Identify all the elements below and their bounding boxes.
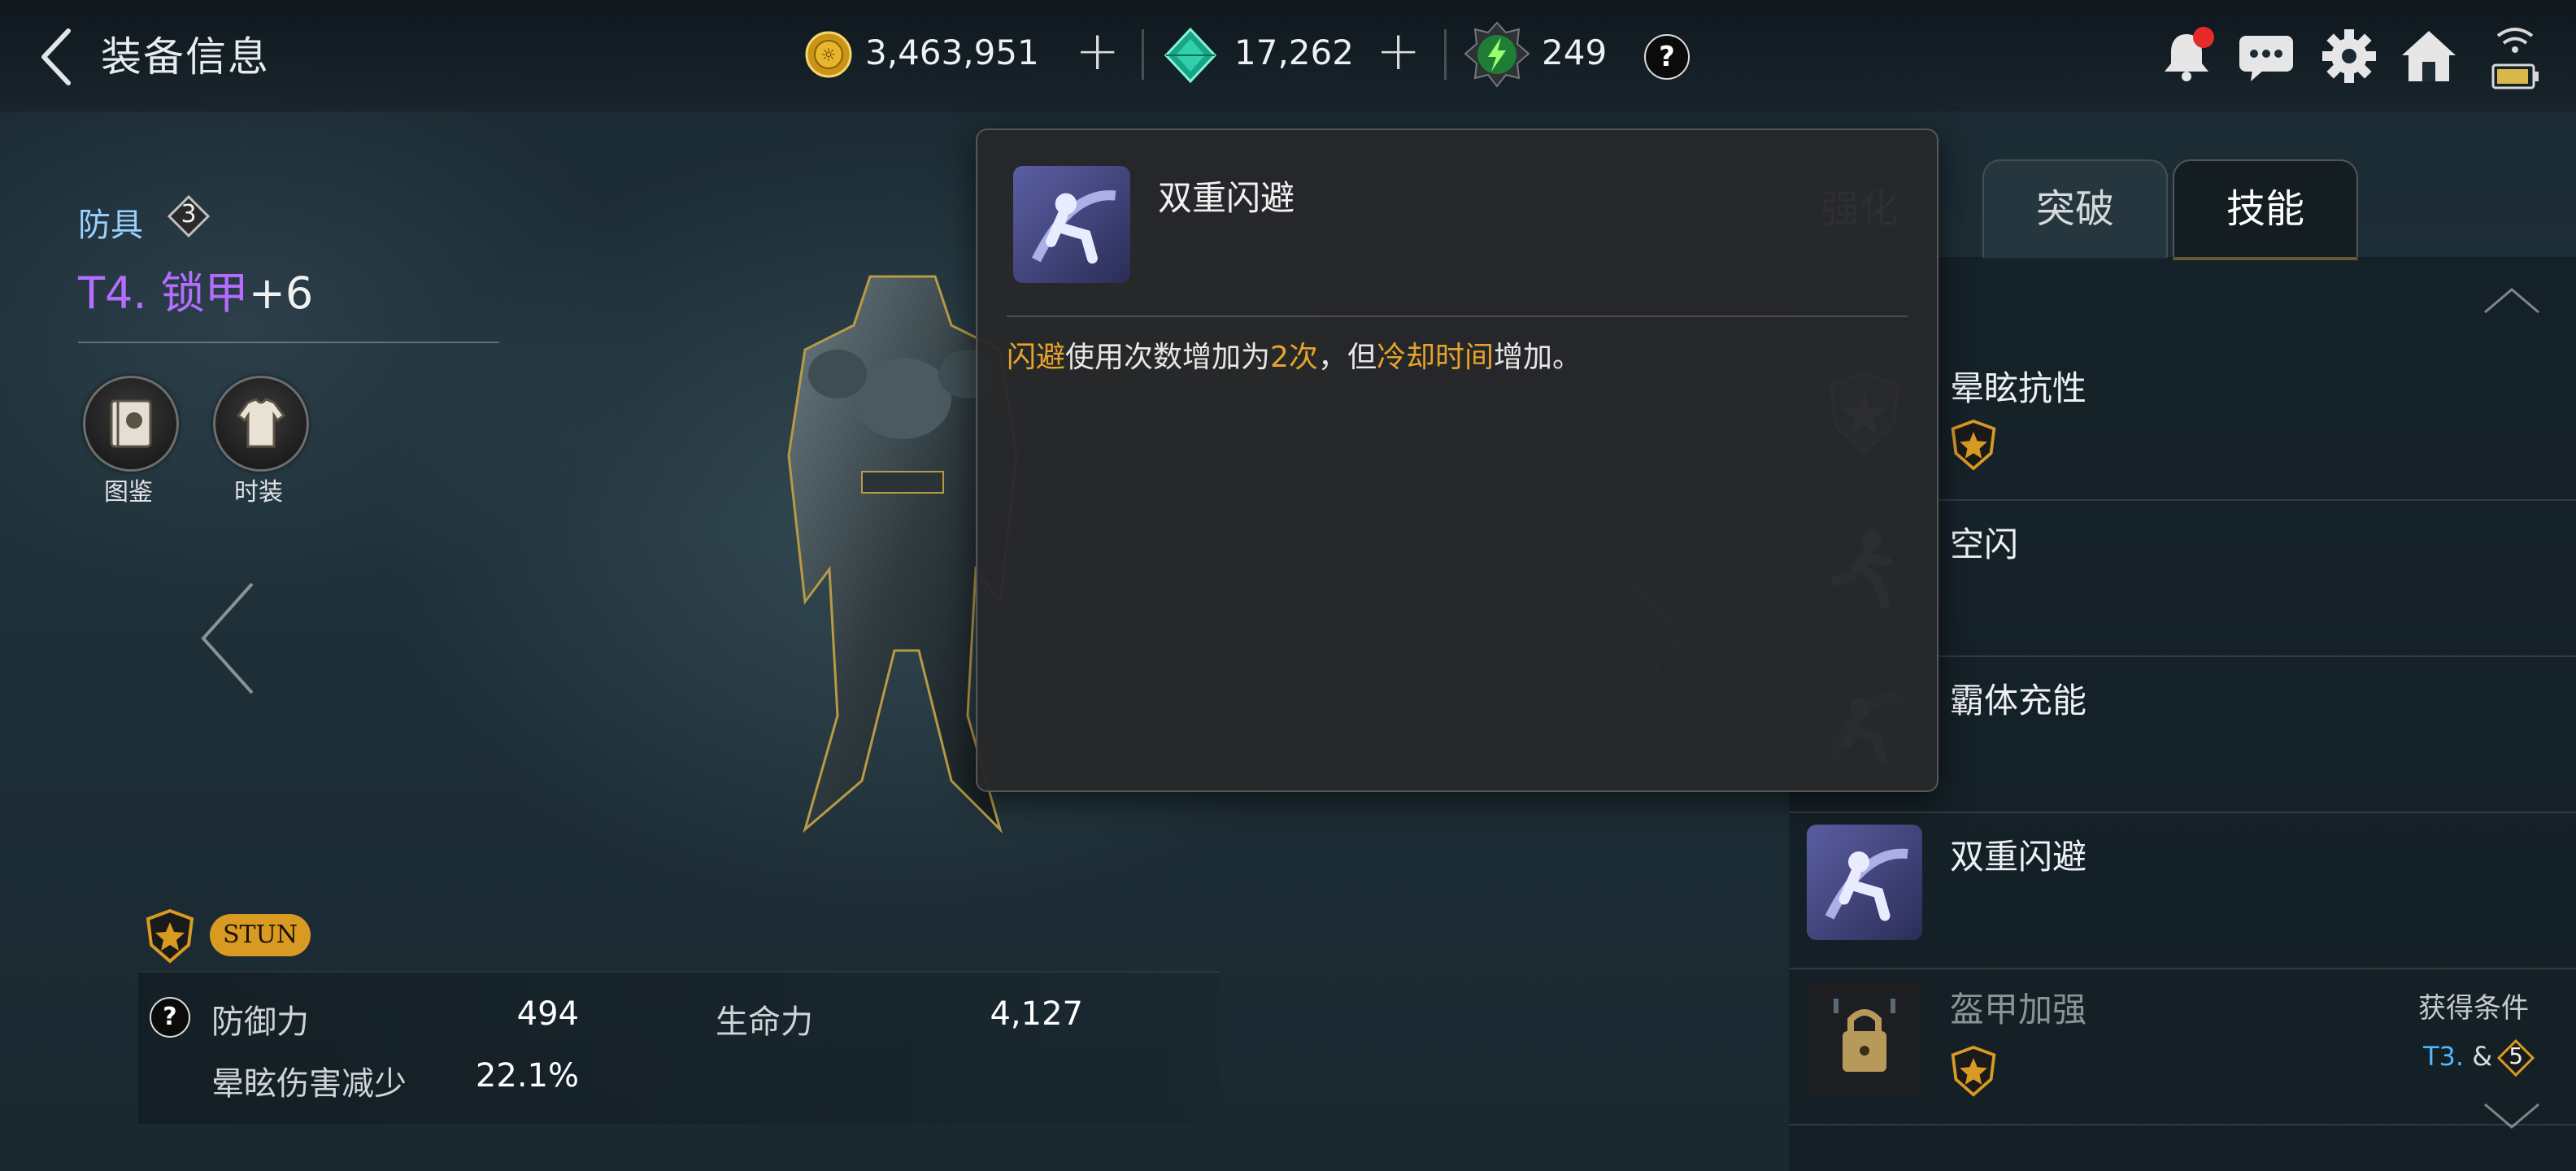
gem-icon — [1161, 26, 1220, 85]
stat-label: 防御力 — [211, 1003, 309, 1041]
tooltip-divider — [1007, 316, 1908, 317]
item-title: 锁甲 — [160, 268, 249, 319]
skill-name: 晕眩抗性 — [1950, 368, 2087, 408]
tab-breakthrough[interactable]: 突破 — [1982, 159, 2168, 259]
desc-keyword: 2次 — [1270, 341, 1318, 374]
tab-skills[interactable]: 技能 — [2173, 159, 2358, 260]
desc-keyword: 闪避 — [1007, 341, 1066, 374]
gold-amount: 3,463,951 — [865, 33, 1039, 72]
tooltip-title: 双重闪避 — [1158, 178, 1295, 218]
double-dodge-icon — [1013, 166, 1130, 283]
shield-star-icon — [1948, 418, 1999, 472]
requirement-amp: & — [2472, 1041, 2493, 1072]
stat-label: 晕眩伤害减少 — [211, 1065, 407, 1103]
category-level-badge: 3 — [168, 195, 210, 237]
scroll-up-icon[interactable] — [2482, 285, 2542, 317]
stat-label: 生命力 — [716, 1003, 813, 1041]
stun-tag: STUN — [210, 914, 311, 956]
page-title: 装备信息 — [101, 33, 270, 81]
costume-icon — [236, 398, 286, 448]
requirement-label: 获得条件 — [2418, 992, 2529, 1025]
chevron-left-icon — [201, 582, 254, 694]
wifi-battery-icon — [2487, 23, 2543, 94]
help-icon[interactable]: ? — [150, 997, 190, 1038]
add-gold-button[interactable]: + — [1075, 24, 1120, 78]
skill-tooltip: 双重闪避 闪避使用次数增加为2次，但冷却时间增加。 — [976, 128, 1939, 792]
skill-name: 双重闪避 — [1950, 837, 2087, 877]
requirement-value: T3. & 5 — [2423, 1039, 2535, 1077]
stat-value: 4,127 — [990, 995, 1083, 1033]
desc-text: 使用次数增加为 — [1065, 341, 1271, 374]
notification-bell-icon[interactable] — [2155, 24, 2218, 88]
currency-divider — [1142, 29, 1144, 80]
skill-name: 空闪 — [1950, 525, 2019, 564]
energy-icon — [1464, 21, 1530, 88]
item-tier: T4. — [78, 268, 147, 319]
back-button[interactable] — [33, 23, 89, 91]
currency-divider — [1444, 29, 1447, 80]
prev-item-button[interactable] — [195, 577, 260, 699]
book-icon — [110, 399, 152, 448]
tooltip-description: 闪避使用次数增加为2次，但冷却时间增加。 — [1007, 333, 1582, 376]
gem-amount: 17,262 — [1234, 33, 1354, 72]
svg-text:☼: ☼ — [820, 46, 837, 66]
home-icon[interactable] — [2397, 24, 2461, 88]
energy-amount: 249 — [1542, 33, 1608, 72]
stat-value: 494 — [516, 995, 579, 1033]
codex-label: 图鉴 — [104, 478, 153, 507]
requirement-tier: T3. — [2423, 1041, 2465, 1072]
requirement-level-badge: 5 — [2497, 1039, 2535, 1077]
shield-star-icon — [1948, 1044, 1999, 1098]
gold-coin-icon: ☼ — [805, 31, 852, 78]
divider — [78, 342, 499, 343]
item-name: T4. 锁甲+6 — [78, 257, 313, 321]
armor-lock-icon — [1807, 981, 1922, 1096]
desc-keyword: 冷却时间 — [1376, 341, 1494, 374]
item-category: 防具 — [78, 207, 143, 244]
costume-label: 时装 — [234, 478, 283, 507]
codex-button[interactable] — [83, 376, 179, 472]
chevron-left-icon — [41, 28, 71, 85]
add-gem-button[interactable]: + — [1376, 24, 1421, 78]
costume-button[interactable] — [213, 376, 309, 472]
desc-text: 增加。 — [1493, 341, 1582, 374]
skill-row-armor-reinforce[interactable]: 盔甲加强 获得条件 T3. & 5 — [1789, 969, 2576, 1125]
stat-value: 22.1% — [475, 1057, 579, 1095]
requirement-level: 5 — [2509, 1043, 2524, 1069]
chat-icon[interactable] — [2234, 24, 2298, 88]
skill-row-double-dodge[interactable]: 双重闪避 — [1789, 813, 2576, 969]
help-icon[interactable]: ? — [1644, 34, 1690, 80]
gear-icon[interactable] — [2317, 24, 2381, 88]
category-level-value: 3 — [181, 200, 197, 229]
item-enhance-level: +6 — [248, 268, 314, 319]
skill-name: 霸体充能 — [1950, 681, 2087, 720]
shield-star-icon — [143, 908, 197, 964]
skill-name-locked: 盔甲加强 — [1950, 990, 2087, 1030]
double-dodge-icon — [1807, 825, 1922, 940]
desc-text: ，但 — [1317, 341, 1377, 374]
